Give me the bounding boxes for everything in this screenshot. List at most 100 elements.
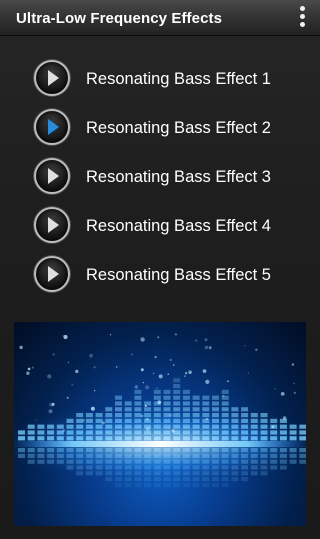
effect-item-4[interactable]: Resonating Bass Effect 4	[0, 203, 320, 249]
eq-reflection-cell	[163, 482, 171, 487]
sparkle	[291, 363, 295, 366]
sparkle	[27, 367, 31, 371]
effect-label: Resonating Bass Effect 5	[86, 266, 271, 284]
sparkle	[116, 366, 118, 368]
sparkle	[91, 427, 93, 429]
equalizer-banner-image	[14, 322, 306, 526]
play-button[interactable]	[34, 109, 70, 145]
eq-reflection-cell	[173, 482, 181, 487]
sparkle	[202, 369, 207, 373]
sparkle	[205, 418, 208, 420]
effect-label: Resonating Bass Effect 4	[86, 217, 271, 235]
sparkle	[145, 417, 149, 421]
eq-cell	[192, 395, 200, 400]
menu-dot	[299, 22, 305, 27]
eq-reflection-cell	[202, 482, 210, 487]
effect-item-2[interactable]: Resonating Bass Effect 2	[0, 105, 320, 151]
sparkle	[243, 344, 246, 347]
sparkle	[144, 404, 147, 407]
sparkle	[90, 406, 95, 411]
play-button[interactable]	[34, 207, 70, 243]
sparkle	[101, 421, 105, 425]
eq-cell	[182, 401, 190, 406]
sparkle	[271, 425, 275, 428]
eq-cell	[182, 395, 190, 400]
sparkle	[205, 379, 210, 384]
effect-item-3[interactable]: Resonating Bass Effect 3	[0, 154, 320, 200]
sparkle	[71, 383, 74, 386]
eq-cell	[192, 401, 200, 406]
play-button[interactable]	[34, 256, 70, 292]
eq-cell	[134, 395, 142, 400]
play-icon	[48, 217, 59, 233]
eq-reflection-cell	[212, 482, 219, 487]
eq-cell	[124, 401, 132, 406]
sparkle	[35, 419, 38, 421]
eq-cell	[163, 389, 171, 394]
sparkle	[134, 385, 139, 389]
sparkle	[293, 382, 295, 385]
sparkle	[208, 346, 212, 350]
menu-dot	[299, 6, 305, 11]
sparkle	[158, 374, 163, 379]
play-icon	[48, 119, 59, 135]
action-bar: Ultra-Low Frequency Effects	[0, 0, 320, 36]
effect-label: Resonating Bass Effect 3	[86, 168, 271, 186]
play-button[interactable]	[34, 60, 70, 96]
sparkle	[48, 409, 53, 414]
sparkle	[171, 429, 175, 433]
sparkle	[66, 396, 69, 399]
eq-cell	[202, 395, 210, 400]
eq-cell	[212, 401, 219, 406]
eq-reflection-cell	[144, 482, 152, 487]
sparkle	[63, 334, 68, 340]
sparkle	[293, 391, 296, 394]
eq-cell	[153, 389, 161, 394]
eq-cell	[173, 401, 181, 406]
effect-item-1[interactable]: Resonating Bass Effect 1	[0, 56, 320, 102]
sparkle	[167, 373, 169, 375]
sparkle	[153, 372, 155, 375]
play-icon	[48, 70, 59, 86]
eq-cell	[144, 401, 152, 406]
eq-cell	[163, 401, 171, 406]
menu-dot	[299, 14, 305, 19]
sparkle	[184, 375, 186, 377]
more-vert-icon[interactable]	[296, 6, 308, 32]
sparkle	[154, 355, 157, 359]
sparkle	[62, 335, 64, 337]
sparkle	[140, 414, 144, 418]
eq-cell	[212, 395, 219, 400]
sparkle	[93, 366, 96, 369]
sparkle	[109, 334, 112, 336]
sparkle	[67, 361, 69, 363]
sparkle	[195, 339, 198, 342]
sparkle	[51, 402, 55, 406]
eq-reflection-cell	[241, 477, 249, 482]
sparkle	[75, 369, 79, 374]
eq-reflection-cell	[124, 482, 132, 487]
sparkle	[93, 389, 96, 392]
sparkle	[157, 400, 162, 405]
effect-item-5[interactable]: Resonating Bass Effect 5	[0, 252, 320, 298]
equalizer-visual	[14, 333, 306, 487]
app-window: Ultra-Low Frequency Effects Resonating B…	[0, 0, 320, 539]
sparkle	[282, 416, 287, 420]
eq-cell	[173, 389, 181, 394]
eq-cell	[221, 389, 229, 394]
sparkle	[185, 372, 188, 375]
eq-reflection-cell	[115, 482, 122, 487]
eq-cell	[153, 395, 161, 400]
eq-cell	[182, 389, 190, 394]
sparkle	[145, 385, 150, 390]
eq-reflection-cell	[153, 482, 161, 487]
sparkle	[174, 333, 177, 336]
eq-cell	[134, 389, 142, 394]
eq-cell	[163, 395, 171, 400]
eq-reflection-cell	[221, 482, 229, 487]
eq-cell	[115, 401, 122, 406]
sparkle	[247, 372, 250, 374]
eq-cell	[134, 401, 142, 406]
eq-cell	[221, 401, 229, 406]
play-button[interactable]	[34, 158, 70, 194]
